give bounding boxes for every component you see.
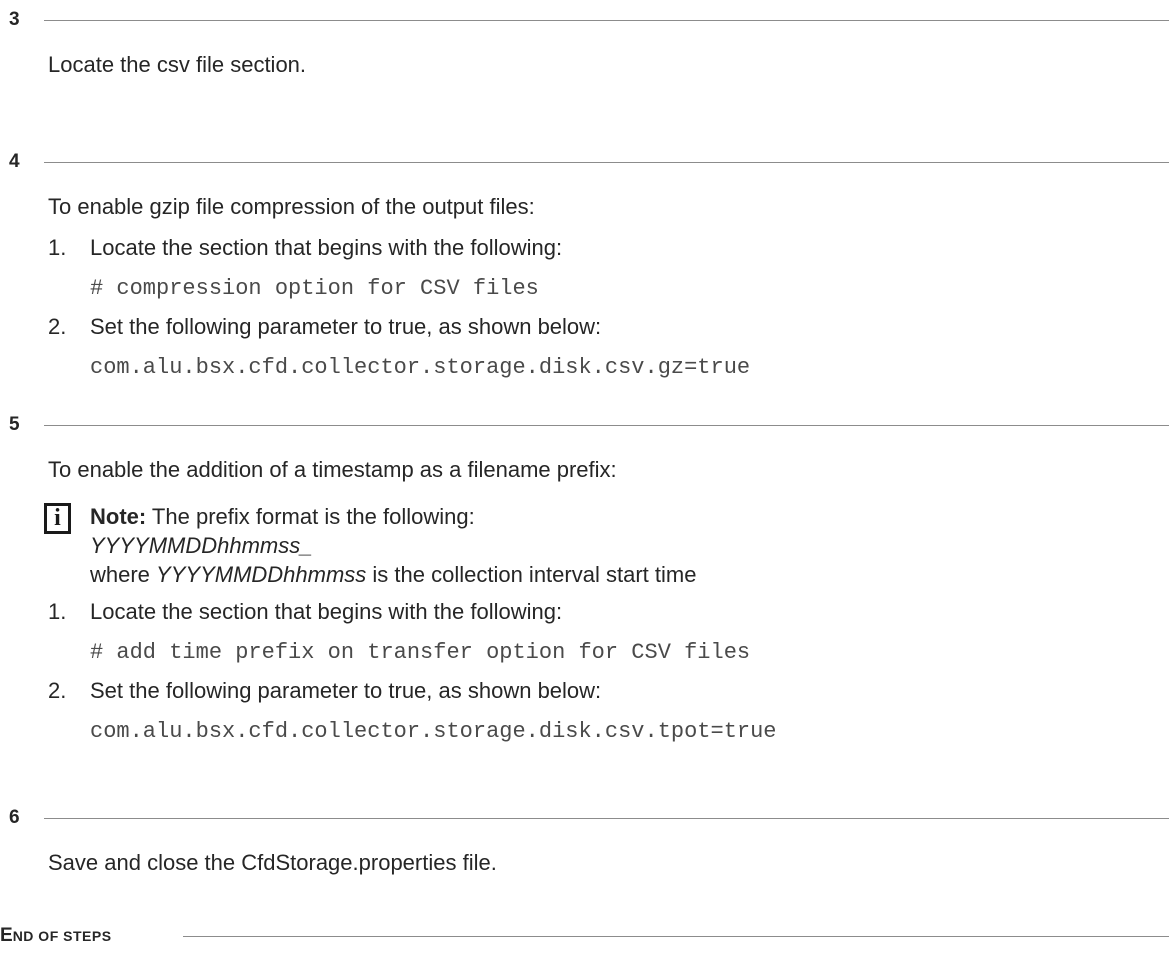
step-5-code-1: # add time prefix on transfer option for… bbox=[90, 640, 751, 665]
step-divider bbox=[44, 162, 1169, 163]
list-number: 2. bbox=[48, 314, 67, 339]
note-line-2: YYYYMMDDhhmmss_ bbox=[90, 531, 312, 560]
list-number: 2. bbox=[48, 678, 67, 703]
note-line-1: Note: The prefix format is the following… bbox=[90, 502, 475, 531]
note-label: Note: bbox=[90, 504, 147, 529]
list-item-text: Set the following parameter to true, as … bbox=[90, 314, 602, 339]
step-5-list-item-2: 2. Set the following parameter to true, a… bbox=[48, 676, 601, 706]
step-divider bbox=[44, 425, 1169, 426]
step-divider bbox=[44, 818, 1169, 819]
note-text: The prefix format is the following: bbox=[146, 504, 475, 529]
end-first-letter: E bbox=[0, 925, 13, 946]
step-4-list-item-1: 1. Locate the section that begins with th… bbox=[48, 233, 562, 263]
list-item-text: Set the following parameter to true, as … bbox=[90, 678, 602, 703]
info-icon: i bbox=[44, 503, 71, 534]
step-5-code-2: com.alu.bsx.cfd.collector.storage.disk.c… bbox=[90, 719, 777, 744]
step-4-header: 4 bbox=[0, 150, 1169, 174]
step-number: 6 bbox=[9, 807, 20, 828]
step-6-text: Save and close the CfdStorage.properties… bbox=[48, 850, 497, 875]
step-4-code-2: com.alu.bsx.cfd.collector.storage.disk.c… bbox=[90, 355, 751, 380]
end-of-steps-label: END OF STEPS bbox=[0, 925, 112, 947]
note-format: YYYYMMDDhhmmss_ bbox=[90, 533, 313, 558]
end-rest: ND OF STEPS bbox=[12, 928, 112, 944]
note-line-3: where YYYYMMDDhhmmss is the collection i… bbox=[90, 560, 696, 589]
step-5-list-item-1: 1. Locate the section that begins with th… bbox=[48, 597, 562, 627]
step-5-header: 5 bbox=[0, 413, 1169, 437]
step-number: 3 bbox=[9, 9, 20, 30]
step-6-header: 6 bbox=[0, 806, 1169, 830]
note-where-rest: is the collection interval start time bbox=[366, 562, 697, 587]
step-4-code-1: # compression option for CSV files bbox=[90, 276, 539, 301]
step-3-header: 3 bbox=[0, 8, 1169, 32]
note-where-italic: YYYYMMDDhhmmss bbox=[156, 562, 367, 587]
step-divider bbox=[44, 20, 1169, 21]
step-4-intro: To enable gzip file compression of the o… bbox=[48, 194, 535, 219]
note-where: where bbox=[90, 562, 157, 587]
end-divider bbox=[183, 936, 1169, 937]
step-5-intro: To enable the addition of a timestamp as… bbox=[48, 457, 617, 482]
step-number: 4 bbox=[9, 151, 20, 172]
list-number: 1. bbox=[48, 599, 67, 624]
list-number: 1. bbox=[48, 235, 67, 260]
step-3-text: Locate the csv file section. bbox=[48, 52, 307, 77]
step-number: 5 bbox=[9, 414, 20, 435]
list-item-text: Locate the section that begins with the … bbox=[90, 599, 563, 624]
step-4-list-item-2: 2. Set the following parameter to true, a… bbox=[48, 312, 601, 342]
list-item-text: Locate the section that begins with the … bbox=[90, 235, 563, 260]
